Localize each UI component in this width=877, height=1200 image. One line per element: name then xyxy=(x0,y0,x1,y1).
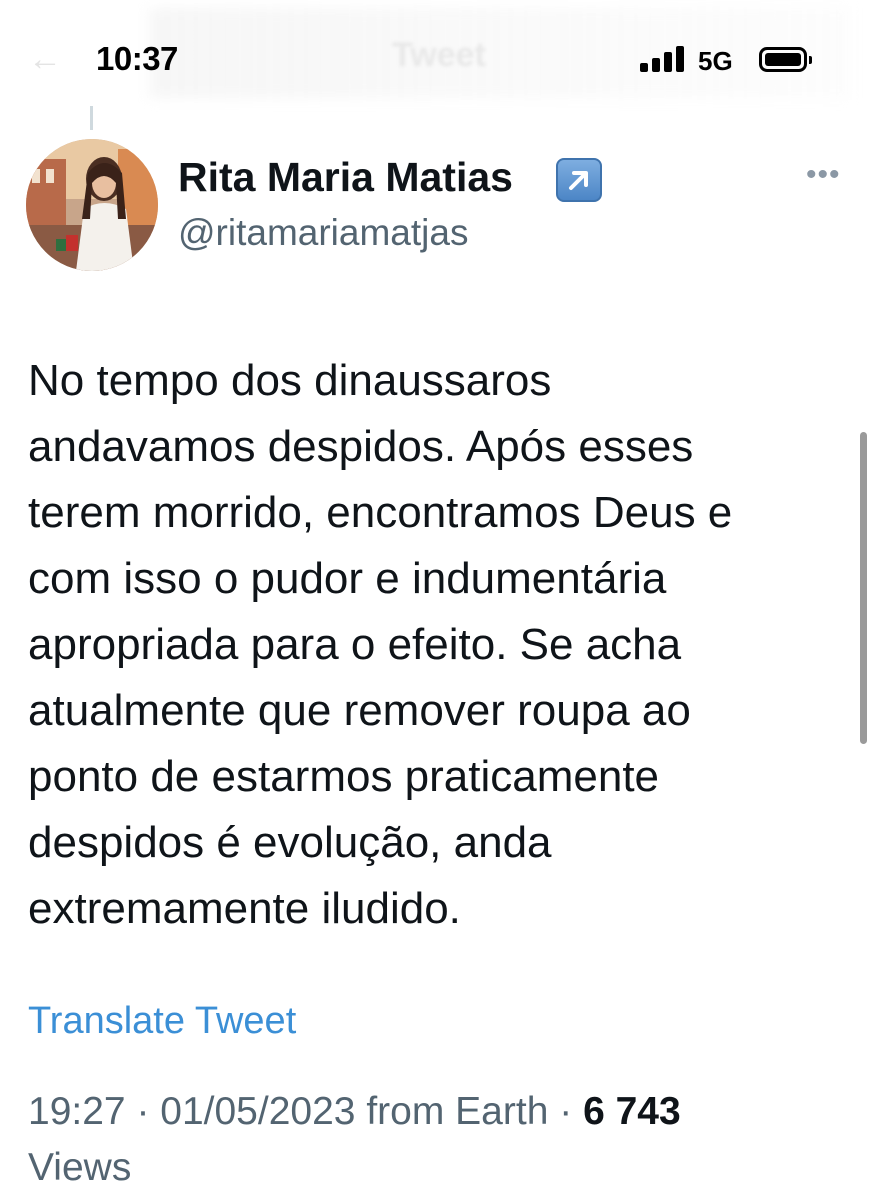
meta-separator: · xyxy=(125,1090,161,1133)
signal-strength-icon xyxy=(640,46,686,72)
status-bar: ← Tweet 10:37 5G xyxy=(0,0,877,110)
views-label[interactable]: Views xyxy=(28,1146,131,1189)
tweet-text-line: ponto de estarmos praticamente xyxy=(28,752,660,801)
tweet-text-line: No tempo dos dinaussaros xyxy=(28,356,552,405)
views-count[interactable]: 6 743 xyxy=(583,1090,681,1133)
status-time: 10:37 xyxy=(96,40,178,77)
meta-separator: · xyxy=(548,1090,584,1133)
back-arrow-icon[interactable]: ← xyxy=(28,40,62,79)
translate-tweet-link[interactable]: Translate Tweet xyxy=(28,1000,296,1043)
avatar[interactable] xyxy=(26,139,158,271)
tweet-metadata: 19:27 · 01/05/2023 from Earth · 6 743 Vi… xyxy=(28,1084,868,1196)
tweet-time: 19:27 xyxy=(28,1090,126,1133)
tweet-text-line: andavamos despidos. Após esses xyxy=(28,422,694,471)
battery-icon xyxy=(759,47,812,72)
tweet-text-line: extremamente iludido. xyxy=(28,884,461,933)
ghost-header-background xyxy=(150,8,850,98)
user-handle[interactable]: @ritamariamatjas xyxy=(178,212,468,254)
tweet-text-line: despidos é evolução, anda xyxy=(28,818,552,867)
tweet-source: from Earth xyxy=(366,1090,549,1133)
tweet-text-line: apropriada para o efeito. Se acha xyxy=(28,620,682,669)
scroll-indicator[interactable] xyxy=(860,432,867,744)
thread-line xyxy=(90,106,93,130)
tweet-text-line: terem morrido, encontramos Deus e xyxy=(28,488,733,537)
tweet-text-line: com isso o pudor e indumentária xyxy=(28,554,667,603)
arrow-up-right-icon xyxy=(556,158,602,202)
more-options-icon[interactable]: ••• xyxy=(806,158,841,192)
tweet-text: No tempo dos dinaussaros andavamos despi… xyxy=(28,348,828,942)
tweet-date: 01/05/2023 xyxy=(160,1090,356,1133)
network-type: 5G xyxy=(698,46,733,76)
tweet-text-line: atualmente que remover roupa ao xyxy=(28,686,691,735)
display-name[interactable]: Rita Maria Matias xyxy=(178,154,513,201)
header-title: Tweet xyxy=(392,36,486,74)
